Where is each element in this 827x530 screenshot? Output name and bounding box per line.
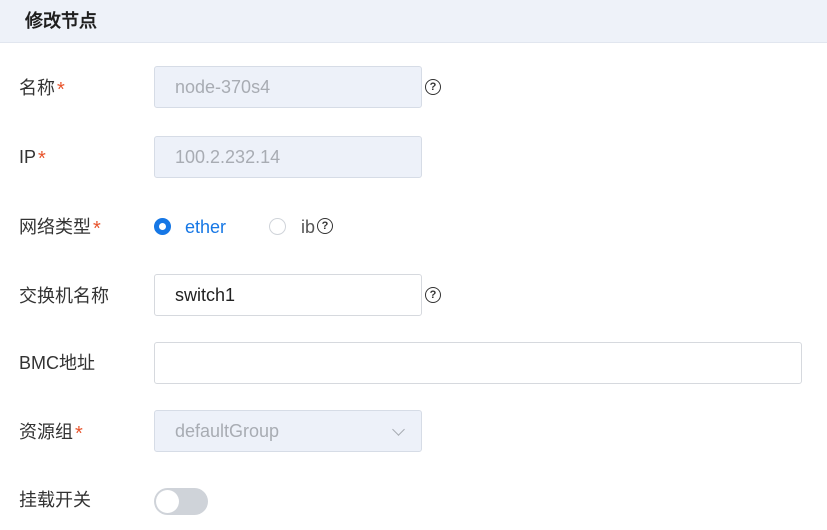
dialog-header: 修改节点	[0, 0, 827, 43]
switch-name-input[interactable]: switch1	[154, 274, 422, 316]
required-mark: *	[93, 218, 101, 240]
network-type-help-icon[interactable]: ?	[317, 218, 333, 234]
name-label-text: 名称	[19, 78, 55, 98]
ip-label: IP *	[19, 146, 46, 170]
name-help-icon[interactable]: ?	[425, 79, 441, 95]
radio-ib[interactable]	[269, 218, 286, 235]
radio-ib-label[interactable]: ib	[301, 216, 315, 238]
network-type-label-text: 网络类型	[19, 217, 91, 237]
ip-input[interactable]: 100.2.232.14	[154, 136, 422, 178]
required-mark: *	[75, 423, 83, 445]
bmc-address-label: BMC地址	[19, 353, 95, 373]
resource-group-select[interactable]: defaultGroup	[154, 410, 422, 452]
network-type-label: 网络类型 *	[19, 216, 101, 240]
required-mark: *	[57, 79, 65, 101]
dialog-title: 修改节点	[25, 11, 97, 31]
bmc-address-input[interactable]	[154, 342, 802, 384]
toggle-knob	[156, 490, 179, 513]
switch-name-help-icon[interactable]: ?	[425, 287, 441, 303]
resource-group-label: 资源组 *	[19, 421, 83, 445]
resource-group-label-text: 资源组	[19, 422, 73, 442]
mount-switch-label: 挂载开关	[19, 490, 91, 510]
ip-label-text: IP	[19, 147, 37, 167]
chevron-down-icon	[392, 423, 405, 436]
radio-ether[interactable]	[154, 218, 171, 235]
name-input[interactable]: node-370s4	[154, 66, 422, 108]
radio-ether-label[interactable]: ether	[185, 216, 226, 238]
mount-switch-toggle[interactable]	[154, 488, 208, 515]
required-mark: *	[38, 148, 46, 170]
name-label: 名称 *	[19, 77, 65, 101]
resource-group-value: defaultGroup	[175, 421, 280, 441]
switch-name-label: 交换机名称	[19, 286, 109, 306]
